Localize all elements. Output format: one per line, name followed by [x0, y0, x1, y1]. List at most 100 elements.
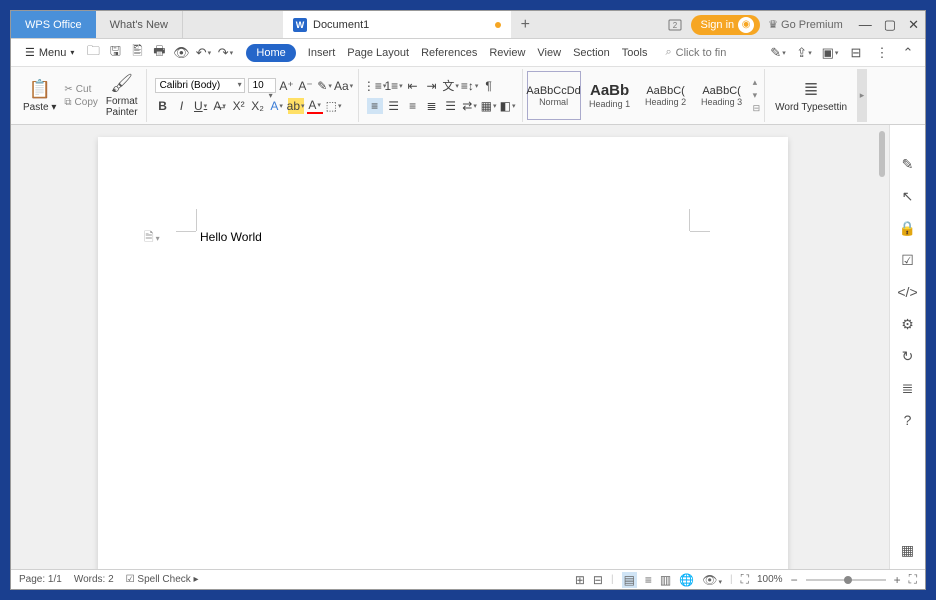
underline-button[interactable]: U [193, 98, 209, 114]
word-count[interactable]: Words: 2 [74, 574, 114, 585]
line-spacing-button[interactable]: ≡↕ [462, 78, 478, 94]
search-input[interactable] [676, 47, 736, 59]
change-case-icon[interactable]: Aa [336, 78, 352, 94]
numbering-button[interactable]: 1≡ [386, 78, 402, 94]
font-color-button[interactable]: A [307, 98, 323, 114]
zoom-knob[interactable] [844, 576, 852, 584]
tab-home[interactable]: Home [246, 44, 295, 62]
code-icon[interactable]: </> [899, 283, 917, 301]
tab-page-layout[interactable]: Page Layout [347, 47, 409, 59]
shading-button[interactable]: ⬚ [326, 98, 342, 114]
fit-page-icon[interactable]: ⛶ [741, 572, 749, 587]
print-layout-icon[interactable]: ▤ [622, 572, 637, 588]
distribute-button[interactable]: ☰ [443, 98, 459, 114]
text-direction-icon[interactable]: 文 [443, 78, 459, 94]
new-tab-button[interactable]: + [511, 11, 539, 38]
whats-new-tab[interactable]: What's New [96, 11, 183, 38]
tab-view[interactable]: View [537, 47, 561, 59]
outline-view-icon[interactable]: ≡ [645, 573, 652, 587]
document-tab[interactable]: W Document1 [283, 11, 511, 38]
app-name-tab[interactable]: WPS Office [11, 11, 96, 38]
shrink-font-icon[interactable]: A⁻ [298, 78, 314, 94]
print-preview-icon[interactable]: 👁 [172, 44, 190, 62]
tabs-button[interactable]: ⇄ [462, 98, 478, 114]
bullets-button[interactable]: ⋮≡ [367, 78, 383, 94]
style-heading-1[interactable]: AaBb Heading 1 [583, 71, 637, 120]
tab-references[interactable]: References [421, 47, 477, 59]
zoom-out-button[interactable]: − [791, 573, 798, 587]
align-left-button[interactable]: ≡ [367, 98, 383, 114]
view-mode-1-icon[interactable]: ⊞ [575, 573, 585, 587]
borders-button[interactable]: ▦ [481, 98, 497, 114]
document-content[interactable]: Hello World [200, 230, 262, 244]
settings-icon[interactable]: ⚙ [899, 315, 917, 333]
tab-review[interactable]: Review [489, 47, 525, 59]
sign-in-button[interactable]: Sign in ◉ [691, 15, 761, 35]
align-right-button[interactable]: ≡ [405, 98, 421, 114]
outline-icon[interactable]: ≣ [899, 379, 917, 397]
word-typesetting-button[interactable]: ≣ Word Typesettin [771, 77, 851, 115]
style-heading-3[interactable]: AaBbC( Heading 3 [695, 71, 749, 120]
bold-button[interactable]: B [155, 98, 171, 114]
go-premium-button[interactable]: ♛ Go Premium [768, 18, 843, 31]
zoom-slider[interactable] [806, 579, 886, 581]
tab-insert[interactable]: Insert [308, 47, 336, 59]
save-icon[interactable]: 🖫 [106, 44, 124, 62]
cursor-icon[interactable]: ↖ [899, 187, 917, 205]
font-size-combo[interactable]: 10 [248, 78, 276, 93]
zoom-level[interactable]: 100% [757, 574, 783, 585]
reading-view-icon[interactable]: 🌐 [679, 573, 694, 587]
show-marks-icon[interactable]: ¶ [481, 78, 497, 94]
apps-icon[interactable]: ▦ [899, 541, 917, 559]
cut-button[interactable]: ✂Cut [64, 84, 98, 95]
style-tool-icon[interactable]: ✎ [769, 44, 787, 62]
note-icon[interactable]: ☑ [899, 251, 917, 269]
ribbon-scroll-right[interactable]: ▸ [857, 69, 867, 122]
strikethrough-button[interactable]: A̶ [212, 98, 228, 114]
styles-more[interactable]: ▴ ▾ ⊟ [751, 71, 763, 120]
print-icon[interactable]: 🖶 [150, 44, 168, 62]
pencil-icon[interactable]: ✎ [899, 155, 917, 173]
highlight-button[interactable]: ab [288, 98, 304, 114]
justify-button[interactable]: ≣ [424, 98, 440, 114]
style-normal[interactable]: AaBbCcDd Normal [527, 71, 581, 120]
italic-button[interactable]: I [174, 98, 190, 114]
more-icon[interactable]: ⋮ [873, 44, 891, 62]
document-page[interactable]: 🗎 ▾ Hello World [98, 137, 788, 569]
copy-button[interactable]: ⧉Copy [64, 97, 98, 108]
page-indicator[interactable]: Page: 1/1 [19, 574, 62, 585]
eye-protect-icon[interactable]: 👁 [702, 573, 722, 587]
web-layout-icon[interactable]: ▥ [660, 573, 671, 587]
format-painter-button[interactable]: 🖌 Format Painter [102, 71, 142, 120]
subscript-button[interactable]: X₂ [250, 98, 266, 114]
undo-button[interactable]: ↶ [194, 44, 212, 62]
decrease-indent-button[interactable]: ⇤ [405, 78, 421, 94]
clear-formatting-icon[interactable]: ✎ [317, 78, 333, 94]
history-icon[interactable]: ↻ [899, 347, 917, 365]
close-button[interactable]: ✕ [908, 17, 919, 33]
open-icon[interactable]: 🗀 [84, 44, 102, 62]
increase-indent-button[interactable]: ⇥ [424, 78, 440, 94]
view-mode-2-icon[interactable]: ⊟ [593, 573, 603, 587]
search-box[interactable]: ⌕ [665, 46, 735, 59]
save-cloud-icon[interactable]: ▣ [821, 44, 839, 62]
tab-tools[interactable]: Tools [622, 47, 648, 59]
share-icon[interactable]: ⇪ [795, 44, 813, 62]
collapse-ribbon-icon[interactable]: ⌃ [899, 44, 917, 62]
grow-font-icon[interactable]: A⁺ [279, 78, 295, 94]
vertical-scrollbar[interactable] [875, 125, 889, 569]
font-name-combo[interactable]: Calibri (Body) [155, 78, 245, 93]
options-icon[interactable]: ⊟ [847, 44, 865, 62]
lock-icon[interactable]: 🔒 [899, 219, 917, 237]
scroll-thumb[interactable] [879, 131, 885, 177]
tab-section[interactable]: Section [573, 47, 610, 59]
paragraph-handle[interactable]: 🗎 ▾ [144, 228, 160, 249]
canvas-area[interactable]: 🗎 ▾ Hello World [11, 125, 875, 569]
minimize-button[interactable]: — [859, 17, 872, 33]
align-center-button[interactable]: ☰ [386, 98, 402, 114]
redo-button[interactable]: ↷ [216, 44, 234, 62]
menu-button[interactable]: ☰ Menu ▾ [19, 44, 80, 61]
export-pdf-icon[interactable]: 🖺 [128, 44, 146, 62]
paste-button[interactable]: 📋 Paste ▾ [19, 77, 60, 115]
maximize-button[interactable]: ▢ [884, 17, 896, 33]
